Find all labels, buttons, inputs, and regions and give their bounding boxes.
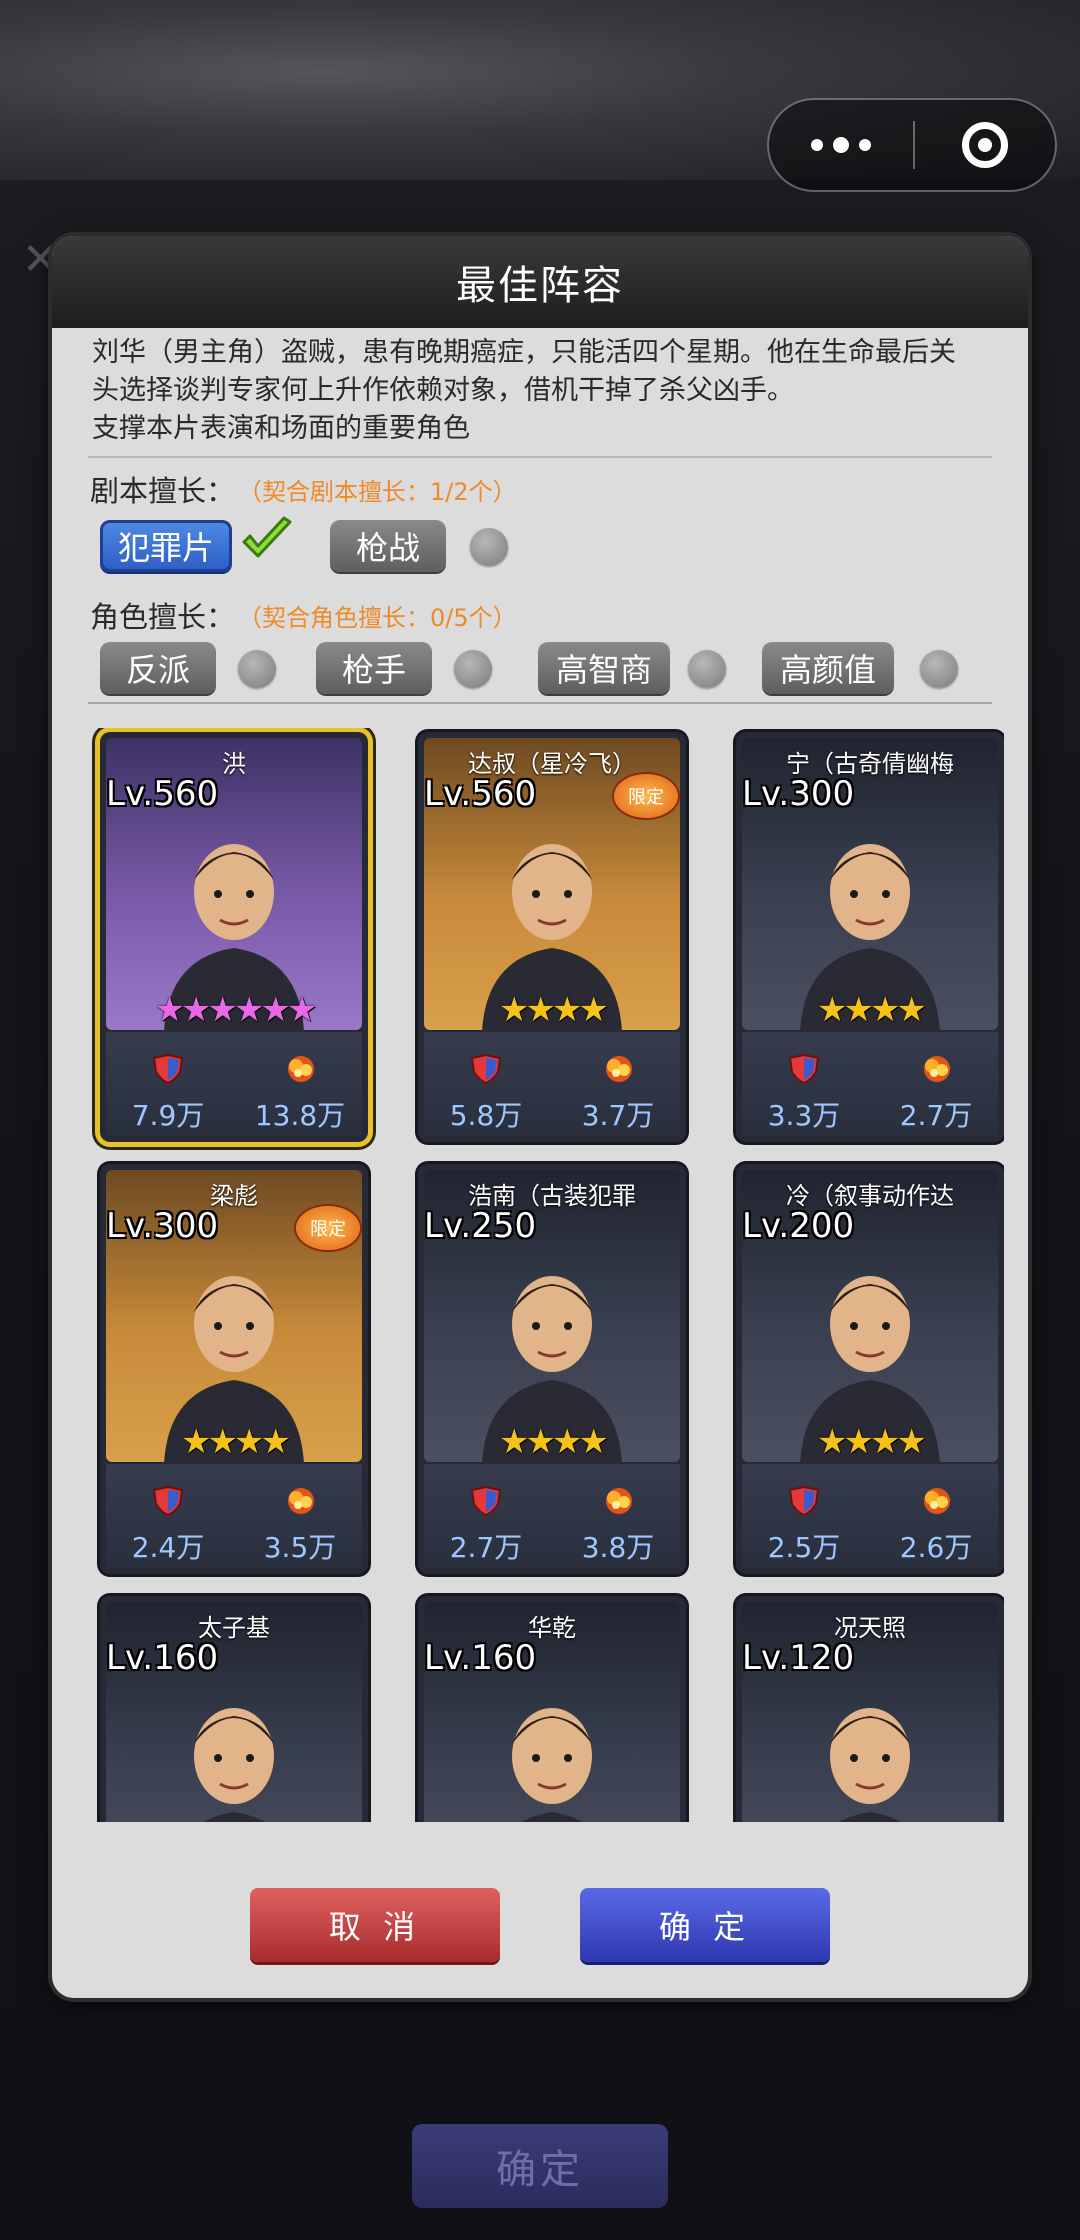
attack-value: 2.7万: [899, 1099, 973, 1132]
role-skill-hint: （契合角色擅长：0/5个）: [238, 604, 517, 632]
actor-level: Lv.560: [424, 774, 537, 814]
actor-card[interactable]: 梁彪 Lv.300 限定 ★★★★ 2.4万 3.5万: [100, 1164, 368, 1574]
defense-value: 2.5万: [767, 1531, 841, 1564]
actor-card[interactable]: 洪 Lv.560 ★★★★★★ 7.9万 13.8万: [100, 732, 368, 1142]
star-rating: ★★★★: [499, 1422, 609, 1462]
defense-value: 2.7万: [449, 1531, 523, 1564]
shield-icon: [788, 1486, 820, 1516]
script-skill-label: 剧本擅长：: [90, 474, 236, 508]
best-lineup-dialog: 最佳阵容 刘华（男主角）盗贼，患有晚期癌症，只能活四个星期。他在生命最后关 头选…: [52, 236, 1028, 1998]
explosion-icon: [288, 1056, 314, 1082]
actor-level: Lv.300: [742, 774, 855, 814]
star-rating: ★★★★: [817, 990, 927, 1030]
description-line: 支撑本片表演和场面的重要角色: [92, 413, 470, 444]
attack-value: 13.8万: [254, 1099, 346, 1132]
shield-icon: [152, 1054, 184, 1084]
check-icon: [242, 516, 292, 558]
actor-card-grid[interactable]: 洪 Lv.560 ★★★★★★ 7.9万 13.8万 达叔（星冷飞） Lv.560 限定 ★★★…: [88, 728, 1004, 1822]
description-line: 头选择谈判专家何上升作依赖对象，借机干掉了杀父凶手。: [92, 375, 794, 406]
actor-card[interactable]: 冷（叙事动作达 Lv.200 ★★★★ 2.5万 2.6万: [736, 1164, 1004, 1574]
attack-value: 3.7万: [581, 1099, 655, 1132]
actor-card[interactable]: 达叔（星冷飞） Lv.560 限定 ★★★★ 5.8万 3.7万: [418, 732, 686, 1142]
actor-level: Lv.250: [424, 1206, 537, 1246]
shield-icon: [470, 1054, 502, 1084]
confirm-button[interactable]: 确 定: [580, 1888, 830, 1962]
actor-level: Lv.160: [424, 1638, 537, 1678]
description-line: 刘华（男主角）盗贼，患有晚期癌症，只能活四个星期。他在生命最后关: [92, 337, 956, 368]
explosion-icon: [606, 1488, 632, 1514]
tag-villain[interactable]: 反派: [100, 642, 216, 694]
role-skill-label: 角色擅长：: [90, 600, 236, 634]
star-rating: ★★★★: [499, 990, 609, 1030]
explosion-icon: [924, 1056, 950, 1082]
actor-figure-icon: [194, 1708, 274, 1822]
unmatched-dot-icon: [920, 650, 958, 688]
tag-good-looking[interactable]: 高颜值: [762, 642, 894, 694]
defense-value: 7.9万: [131, 1099, 205, 1132]
miniprogram-capsule: [767, 98, 1057, 192]
explosion-icon: [606, 1056, 632, 1082]
explosion-icon: [924, 1488, 950, 1514]
divider: [88, 702, 992, 704]
defense-value: 3.3万: [767, 1099, 841, 1132]
tag-gunfight[interactable]: 枪战: [330, 520, 446, 572]
unmatched-dot-icon: [688, 650, 726, 688]
tag-crime-film[interactable]: 犯罪片: [100, 520, 232, 572]
star-rating: ★★★★: [817, 1422, 927, 1462]
tag-gunman[interactable]: 枪手: [316, 642, 432, 694]
actor-card[interactable]: 浩南（古装犯罪 Lv.250 ★★★★ 2.7万 3.8万: [418, 1164, 686, 1574]
unmatched-dot-icon: [470, 528, 508, 566]
attack-value: 3.5万: [263, 1531, 337, 1564]
divider: [88, 456, 992, 458]
dialog-title: 最佳阵容: [52, 236, 1028, 328]
shield-icon: [152, 1486, 184, 1516]
actor-figure-icon: [830, 1708, 910, 1822]
shield-icon: [470, 1486, 502, 1516]
tag-high-iq[interactable]: 高智商: [538, 642, 670, 694]
actor-card[interactable]: 况天照 Lv.120: [736, 1596, 1004, 1822]
star-rating: ★★★★: [181, 1422, 291, 1462]
script-skill-hint: （契合剧本擅长：1/2个）: [238, 478, 517, 506]
cancel-button[interactable]: 取 消: [250, 1888, 500, 1962]
background-confirm-button: 确定: [412, 2124, 668, 2208]
actor-figure-icon: [512, 1708, 592, 1822]
shield-icon: [788, 1054, 820, 1084]
actor-level: Lv.560: [106, 774, 219, 814]
actor-level: Lv.160: [106, 1638, 219, 1678]
actor-card[interactable]: 华乾 Lv.160: [418, 1596, 686, 1822]
limited-badge: 限定: [296, 1206, 360, 1250]
actor-level: Lv.120: [742, 1638, 855, 1678]
actor-card[interactable]: 太子基 Lv.160: [100, 1596, 368, 1822]
close-target-icon[interactable]: [915, 122, 1055, 168]
unmatched-dot-icon: [454, 650, 492, 688]
defense-value: 5.8万: [449, 1099, 523, 1132]
explosion-icon: [288, 1488, 314, 1514]
actor-card[interactable]: 宁（古奇倩幽梅 Lv.300 ★★★★ 3.3万 2.7万: [736, 732, 1004, 1142]
actor-level: Lv.200: [742, 1206, 855, 1246]
attack-value: 3.8万: [581, 1531, 655, 1564]
star-rating: ★★★★★★: [154, 990, 318, 1030]
actor-level: Lv.300: [106, 1206, 219, 1246]
limited-badge: 限定: [614, 774, 678, 818]
defense-value: 2.4万: [131, 1531, 205, 1564]
role-description: 刘华（男主角）盗贼，患有晚期癌症，只能活四个星期。他在生命最后关 头选择谈判专家…: [52, 328, 1028, 446]
more-dots-icon[interactable]: [769, 100, 913, 190]
unmatched-dot-icon: [238, 650, 276, 688]
attack-value: 2.6万: [899, 1531, 973, 1564]
